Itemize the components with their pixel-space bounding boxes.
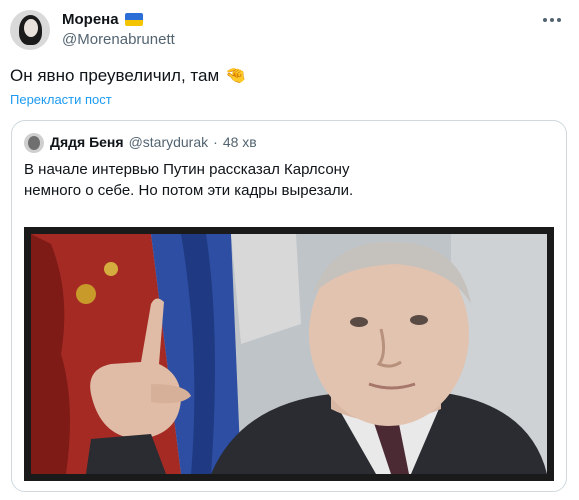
quoted-text-line-2: немного о себе. Но потом эти кадры вырез… (24, 182, 354, 199)
quoted-text: В начале интервью Путин рассказал Карлсо… (24, 159, 554, 201)
translate-post-link[interactable]: Перекласти пост (10, 92, 112, 107)
tweet: Морена @Morenabrunett Он явно преувеличи… (0, 0, 579, 500)
photo-illustration (31, 234, 547, 474)
tweet-text: Он явно преувеличил, там 🤏 (10, 66, 246, 86)
author-row: Морена (62, 11, 143, 28)
media-photo (31, 234, 547, 474)
quoted-text-line-1: В начале интервью Путин рассказал Карлсо… (24, 161, 350, 178)
author-display-name[interactable]: Морена (62, 11, 119, 28)
more-options-icon[interactable] (539, 10, 565, 30)
pinching-hand-icon: 🤏 (225, 66, 247, 85)
ukraine-flag-icon (124, 13, 143, 26)
quoted-avatar[interactable] (24, 133, 44, 153)
separator-dot: · (213, 134, 218, 150)
quoted-media[interactable] (24, 227, 554, 481)
quoted-handle[interactable]: @starydurak (129, 134, 209, 150)
quoted-author-row: Дядя Беня @starydurak · 48 хв (50, 134, 257, 150)
quoted-timestamp[interactable]: 48 хв (223, 134, 257, 150)
avatar[interactable] (10, 10, 50, 50)
quoted-tweet[interactable]: Дядя Беня @starydurak · 48 хв В начале и… (11, 120, 567, 492)
author-handle[interactable]: @Morenabrunett (62, 31, 175, 48)
tweet-text-content: Он явно преувеличил, там (10, 66, 220, 85)
avatar-face (24, 19, 38, 37)
quoted-display-name[interactable]: Дядя Беня (50, 134, 124, 150)
